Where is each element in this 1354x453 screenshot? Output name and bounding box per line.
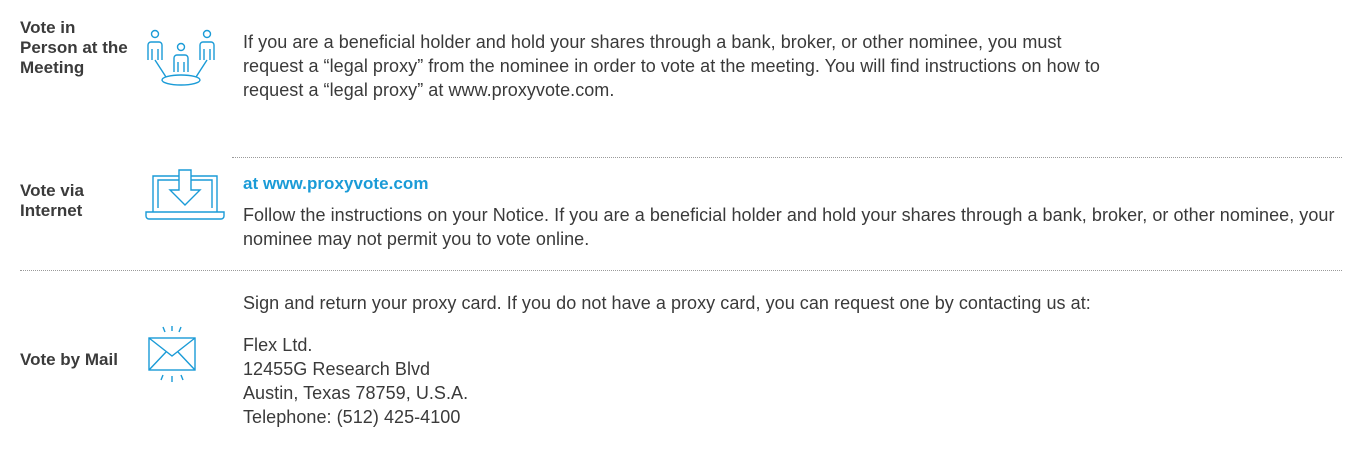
- mail-address: Flex Ltd. 12455G Research Blvd Austin, T…: [243, 333, 1343, 429]
- people-icon: [140, 28, 222, 95]
- in-person-text: If you are a beneficial holder and hold …: [243, 30, 1123, 102]
- internet-paragraph: Follow the instructions on your Notice. …: [243, 205, 1335, 249]
- section-label-mail: Vote by Mail: [20, 350, 118, 369]
- address-street: 12455G Research Blvd: [243, 359, 431, 379]
- divider: [232, 157, 1342, 158]
- in-person-paragraph: If you are a beneficial holder and hold …: [243, 32, 1100, 100]
- address-city: Austin, Texas 78759, U.S.A.: [243, 383, 469, 403]
- address-telephone: Telephone: (512) 425-4100: [243, 407, 461, 427]
- proxyvote-link[interactable]: at www.proxyvote.com: [243, 173, 1343, 195]
- laptop-download-icon: [145, 168, 225, 231]
- section-label-in-person: Vote in Person at the Meeting: [20, 18, 128, 77]
- internet-text: at www.proxyvote.com Follow the instruct…: [243, 173, 1343, 251]
- mail-paragraph: Sign and return your proxy card. If you …: [243, 293, 1091, 313]
- divider: [20, 270, 1342, 271]
- address-company: Flex Ltd.: [243, 335, 313, 355]
- mail-text: Sign and return your proxy card. If you …: [243, 291, 1343, 429]
- envelope-icon: [147, 324, 197, 389]
- section-label-internet: Vote via Internet: [20, 181, 84, 220]
